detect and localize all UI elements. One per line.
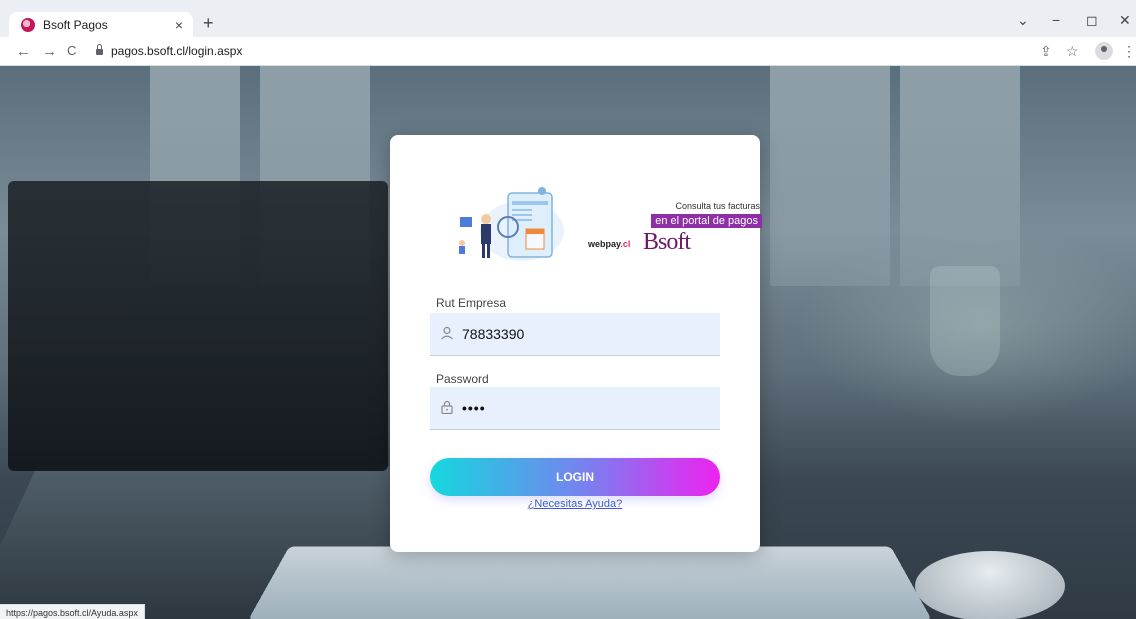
address-bar: ← → C pagos.bsoft.cl/login.aspx ⇪ ☆ ⋮ (0, 37, 1136, 66)
login-card: Consulta tus facturas en el portal de pa… (390, 135, 760, 552)
status-bar-url: https://pagos.bsoft.cl/Ayuda.aspx (0, 604, 145, 619)
url-text: pagos.bsoft.cl/login.aspx (111, 44, 242, 58)
new-tab-button[interactable]: + (203, 13, 214, 34)
invoice-illustration (442, 183, 572, 265)
tab-bar: Bsoft Pagos × + ⌄ − ◻ ✕ (0, 0, 1136, 37)
favicon-icon (21, 18, 35, 32)
login-button[interactable]: LOGIN (430, 458, 720, 496)
webpay-logo: webpay.cl (588, 239, 630, 249)
tab-close-icon[interactable]: × (175, 17, 183, 33)
rut-field[interactable]: 78833390 (430, 313, 720, 356)
portal-banner: Consulta tus facturas en el portal de pa… (442, 183, 712, 265)
close-window-button[interactable]: ✕ (1119, 12, 1131, 29)
lock-icon (96, 49, 103, 55)
lock-icon (440, 400, 454, 414)
menu-icon[interactable]: ⋮ (1122, 43, 1136, 60)
tagline-pill: en el portal de pagos (651, 214, 762, 228)
banner-tagline: Consulta tus facturas en el portal de pa… (592, 201, 762, 229)
help-link[interactable]: ¿Necesitas Ayuda? (390, 498, 760, 510)
chevron-down-icon[interactable]: ⌄ (1017, 12, 1029, 29)
browser-tab[interactable]: Bsoft Pagos × (9, 12, 193, 37)
user-icon (440, 326, 454, 340)
partner-logos: webpay.cl Bsoft (588, 231, 768, 259)
minimize-button[interactable]: − (1052, 12, 1060, 28)
tagline-small: Consulta tus facturas (592, 201, 760, 211)
url-field[interactable]: pagos.bsoft.cl/login.aspx (96, 44, 242, 58)
bsoft-logo: Bsoft (643, 229, 690, 256)
forward-button[interactable]: → (42, 43, 57, 60)
bg-window-pane (770, 66, 890, 286)
bg-window-pane (900, 66, 1020, 286)
rut-input[interactable]: 78833390 (462, 326, 524, 342)
bg-keyboard (248, 546, 932, 619)
reload-button[interactable]: C (67, 43, 76, 58)
back-button[interactable]: ← (16, 43, 31, 60)
profile-avatar[interactable] (1095, 42, 1113, 60)
password-field[interactable]: •••• (430, 387, 720, 430)
password-input[interactable]: •••• (462, 400, 486, 416)
star-icon[interactable]: ☆ (1066, 43, 1079, 60)
bg-mouse (915, 551, 1065, 619)
bg-laptop (8, 181, 388, 471)
share-icon[interactable]: ⇪ (1040, 43, 1052, 60)
bg-glass (930, 266, 1000, 376)
tab-title: Bsoft Pagos (43, 18, 175, 32)
maximize-button[interactable]: ◻ (1086, 12, 1098, 29)
rut-label: Rut Empresa (436, 296, 506, 310)
password-label: Password (436, 372, 489, 386)
